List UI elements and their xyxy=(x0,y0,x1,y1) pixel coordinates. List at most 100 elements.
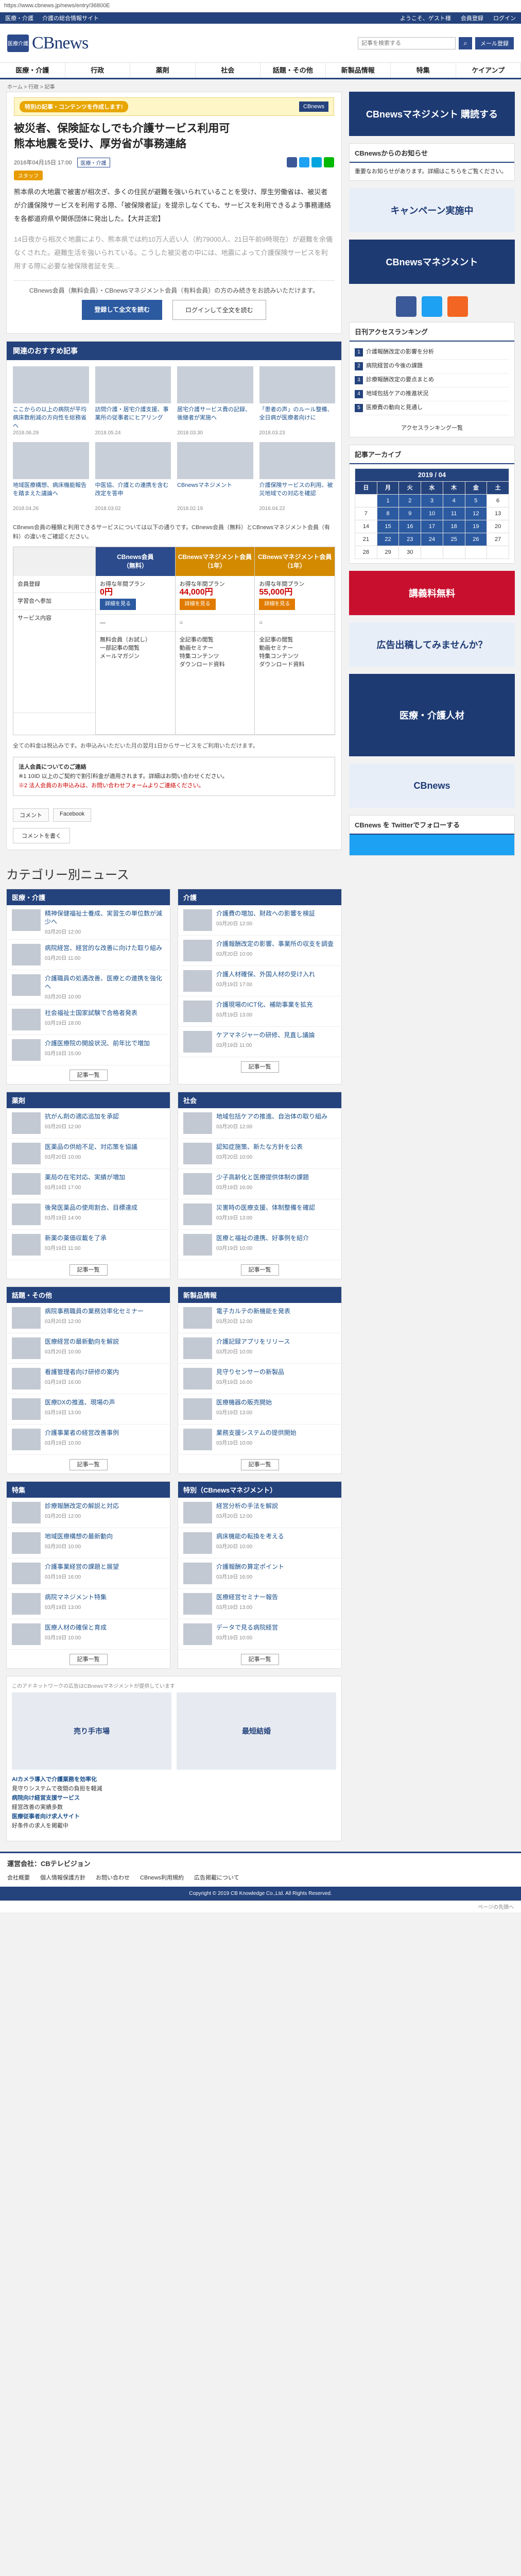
ranking-item[interactable]: 1 介護報酬改定の影響を分析 xyxy=(355,346,509,360)
rss-icon[interactable] xyxy=(447,296,468,317)
sidebar-banner-ad[interactable]: 広告出稿してみませんか？ xyxy=(349,622,515,667)
special-bar[interactable]: 特別の記事・コンテンツを作成します! CBnews xyxy=(14,97,334,116)
category-news-item[interactable]: 介護人材確保、外国人材の受け入れ 03月19日 17:00 xyxy=(178,966,341,996)
footer-link[interactable]: CBnews利用規約 xyxy=(140,1873,184,1882)
category-news-item[interactable]: 災害時の医療支援、体制整備を確認 03月19日 13:00 xyxy=(178,1199,341,1230)
category-news-item[interactable]: 地域包括ケアの推進、自治体の取り組み 03月20日 12:00 xyxy=(178,1108,341,1139)
sidebar-banner-campaign[interactable]: キャンペーン実施中 xyxy=(349,188,515,232)
category-news-item[interactable]: 病院マネジメント特集 03月19日 13:00 xyxy=(7,1589,170,1619)
category-news-item[interactable]: 診療報酬改定の解説と対応 03月20日 12:00 xyxy=(7,1498,170,1528)
category-news-item[interactable]: データで見る病院経営 03月19日 10:00 xyxy=(178,1619,341,1650)
nav-item[interactable]: 新製品情報 xyxy=(326,63,391,78)
sidebar-banner-free-lecture[interactable]: 講義料無料 xyxy=(349,571,515,615)
facebook-icon[interactable] xyxy=(396,296,416,317)
twitter-follow-button[interactable] xyxy=(350,835,514,855)
category-news-item[interactable]: 介護事業者の経営改善事例 03月19日 10:00 xyxy=(7,1425,170,1455)
search-input[interactable] xyxy=(358,37,456,49)
login-link[interactable]: ログイン xyxy=(493,15,516,22)
site-logo[interactable]: 医療介護 CBnews xyxy=(7,33,120,53)
category-more-button[interactable]: 記事一覧 xyxy=(69,1459,108,1470)
line-icon[interactable] xyxy=(324,157,334,167)
twitter-icon[interactable] xyxy=(422,296,442,317)
top-link-2[interactable]: 介護の総合情報サイト xyxy=(42,15,99,22)
ranking-item[interactable]: 3 診療報酬改定の要点まとめ xyxy=(355,374,509,387)
category-news-item[interactable]: 医薬品の供給不足、対応策を協議 03月20日 10:00 xyxy=(7,1139,170,1169)
nav-item[interactable]: 社会 xyxy=(196,63,260,78)
category-news-item[interactable]: 薬局の在宅対応、実績が増加 03月19日 17:00 xyxy=(7,1169,170,1199)
page-top-link[interactable]: ページの先頭へ xyxy=(0,1901,521,1912)
recommended-item[interactable]: 「患者の声」のルール整備、全日病が医療者向けに 2018.03.23 xyxy=(259,366,335,436)
category-news-item[interactable]: 医療機器の販売開始 03月19日 13:00 xyxy=(178,1394,341,1425)
ranking-item[interactable]: 5 医療費の動向と見通し xyxy=(355,401,509,415)
category-news-item[interactable]: 介護費の増加、財政への影響を検証 03月20日 12:00 xyxy=(178,905,341,936)
article-tag[interactable]: 医療・介護 xyxy=(77,157,110,167)
url-bar[interactable]: https://www.cbnews.jp/news/entry/36800E xyxy=(0,0,521,12)
category-news-item[interactable]: 病院事務職員の業務効率化セミナー 03月20日 12:00 xyxy=(7,1303,170,1333)
category-news-item[interactable]: 病床機能の転換を考える 03月20日 10:00 xyxy=(178,1528,341,1558)
footer-link[interactable]: 広告掲載について xyxy=(194,1873,239,1882)
category-news-item[interactable]: 医療経営セミナー報告 03月19日 13:00 xyxy=(178,1589,341,1619)
register-link[interactable]: 会員登録 xyxy=(461,15,483,22)
recommended-item[interactable]: CBnewsマネジメント 2018.02.19 xyxy=(177,442,253,512)
category-more-button[interactable]: 記事一覧 xyxy=(240,1654,279,1665)
category-news-item[interactable]: 見守りセンサーの新製品 03月19日 16:00 xyxy=(178,1364,341,1394)
footer-link[interactable]: 個人情報保護方針 xyxy=(40,1873,85,1882)
mgmt-apply-button[interactable]: 詳細を見る xyxy=(179,599,216,610)
recommended-item[interactable]: 中医協、介護との連携を含む改定を答申 2018.03.02 xyxy=(95,442,171,512)
nav-item[interactable]: 薬剤 xyxy=(130,63,196,78)
category-news-item[interactable]: 介護報酬の算定ポイント 03月19日 16:00 xyxy=(178,1558,341,1589)
text-ad[interactable]: 病院向け経営支援サービス 経営改善の実績多数 xyxy=(12,1793,336,1812)
category-news-item[interactable]: 看護管理者向け研修の案内 03月19日 16:00 xyxy=(7,1364,170,1394)
nav-item[interactable]: 話題・その他 xyxy=(260,63,326,78)
category-news-item[interactable]: 地域医療構想の最新動向 03月20日 10:00 xyxy=(7,1528,170,1558)
ad-banner[interactable]: 売り手市場 xyxy=(12,1692,171,1770)
category-news-item[interactable]: ケアマネジャーの研修、見直し議論 03月19日 11:00 xyxy=(178,1027,341,1057)
text-ad[interactable]: 医療従事者向け求人サイト 好条件の求人を掲載中 xyxy=(12,1812,336,1831)
ranking-item[interactable]: 2 病院経営の今後の課題 xyxy=(355,360,509,374)
category-news-item[interactable]: 精神保健福祉士養成、実習生の単位数が減少へ 03月20日 12:00 xyxy=(7,905,170,940)
nav-item[interactable]: ケイアンプ xyxy=(456,63,521,78)
category-news-item[interactable]: 抗がん剤の適応追加を承認 03月20日 12:00 xyxy=(7,1108,170,1139)
category-news-item[interactable]: 業務支援システムの提供開始 03月19日 10:00 xyxy=(178,1425,341,1455)
category-news-item[interactable]: 後発医薬品の使用割合、目標達成 03月19日 14:00 xyxy=(7,1199,170,1230)
mgmt2-apply-button[interactable]: 詳細を見る xyxy=(259,599,296,610)
sidebar-banner-cbnews2[interactable]: CBnews xyxy=(349,764,515,808)
category-news-item[interactable]: 少子高齢化と医療提供体制の課題 03月19日 16:00 xyxy=(178,1169,341,1199)
search-icon[interactable]: ⌕ xyxy=(459,37,472,49)
category-news-item[interactable]: 介護現場のICT化、補助事業を拡充 03月19日 13:00 xyxy=(178,996,341,1027)
recommended-item[interactable]: ここからの以上の病院が平均病床数削減の方向性を総務省へ 2018.06.29 xyxy=(13,366,89,436)
category-more-button[interactable]: 記事一覧 xyxy=(240,1264,279,1276)
category-more-button[interactable]: 記事一覧 xyxy=(69,1654,108,1665)
ad-banner[interactable]: 最短結婚 xyxy=(177,1692,336,1770)
mail-register-button[interactable]: メール登録 xyxy=(475,37,514,49)
category-news-item[interactable]: 介護記録アプリをリリース 03月20日 10:00 xyxy=(178,1333,341,1364)
category-news-item[interactable]: 介護事業経営の課題と展望 03月19日 16:00 xyxy=(7,1558,170,1589)
category-news-item[interactable]: 社会福祉士国家試験で合格者発表 03月19日 18:00 xyxy=(7,1005,170,1035)
category-more-button[interactable]: 記事一覧 xyxy=(69,1264,108,1276)
login-read-button[interactable]: ログインして全文を読む xyxy=(172,300,266,320)
twitter-heading[interactable]: CBnews を Twitterでフォローする xyxy=(350,816,514,835)
category-news-item[interactable]: 新薬の薬価収載を了承 03月19日 11:00 xyxy=(7,1230,170,1260)
register-read-button[interactable]: 登録して全文を読む xyxy=(82,300,162,320)
sidebar-banner-cbnews[interactable]: CBnewsマネジメント xyxy=(349,240,515,284)
category-more-button[interactable]: 記事一覧 xyxy=(240,1459,279,1470)
category-news-item[interactable]: 経営分析の手法を解説 03月20日 12:00 xyxy=(178,1498,341,1528)
category-news-item[interactable]: 医療DXの推進、現場の声 03月19日 13:00 xyxy=(7,1394,170,1425)
category-news-item[interactable]: 電子カルテの新機能を発表 03月20日 12:00 xyxy=(178,1303,341,1333)
free-register-button[interactable]: 詳細を見る xyxy=(100,599,136,610)
nav-item[interactable]: 特集 xyxy=(391,63,456,78)
footer-link[interactable]: お問い合わせ xyxy=(96,1873,130,1882)
sidebar-banner-mgmt[interactable]: CBnewsマネジメント 購読する xyxy=(349,92,515,136)
category-more-button[interactable]: 記事一覧 xyxy=(240,1061,279,1073)
recommended-item[interactable]: 訪問介護・居宅介護支援、事業所の従事者にヒアリング 2018.05.24 xyxy=(95,366,171,436)
twitter-icon[interactable] xyxy=(299,157,309,167)
facebook-tab[interactable]: Facebook xyxy=(53,808,92,822)
write-comment-button[interactable]: コメントを書く xyxy=(13,828,70,843)
ranking-item[interactable]: 4 地域包括ケアの推進状況 xyxy=(355,387,509,401)
recommended-item[interactable]: 介護保険サービスの利用、被災地域での対応を確認 2016.04.22 xyxy=(259,442,335,512)
notice-text[interactable]: 重要なお知らせがあります。詳細はこちらをご覧ください。 xyxy=(350,163,514,180)
nav-item[interactable]: 行政 xyxy=(65,63,130,78)
text-ad[interactable]: AIカメラ導入で介護業務を効率化 見守りシステムで夜間の負担を軽減 xyxy=(12,1775,336,1793)
nav-item[interactable]: 医療・介護 xyxy=(0,63,65,78)
category-news-item[interactable]: 介護報酬改定の影響、事業所の収支を調査 03月20日 10:00 xyxy=(178,936,341,966)
